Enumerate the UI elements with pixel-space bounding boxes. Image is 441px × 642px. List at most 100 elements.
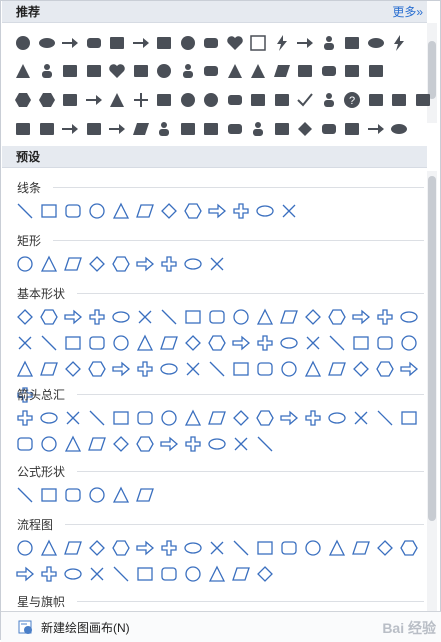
preset-shape-icon[interactable] <box>15 307 35 327</box>
arrow-right-icon[interactable] <box>84 90 104 110</box>
preset-shape-icon[interactable] <box>231 201 251 221</box>
preset-shape-icon[interactable] <box>207 307 227 327</box>
triangle-icon[interactable] <box>13 61 33 81</box>
preset-shape-icon[interactable] <box>15 485 35 505</box>
ellipse-icon[interactable] <box>366 33 386 53</box>
preset-shape-icon[interactable] <box>327 333 347 353</box>
trend-icon[interactable] <box>84 119 104 139</box>
preset-shape-icon[interactable] <box>303 333 323 353</box>
preset-shape-icon[interactable] <box>135 201 155 221</box>
preset-shape-icon[interactable] <box>63 359 83 379</box>
preset-shape-icon[interactable] <box>39 307 59 327</box>
preset-shape-icon[interactable] <box>279 408 299 428</box>
square-fill-icon[interactable] <box>178 119 198 139</box>
preset-shape-icon[interactable] <box>255 333 275 353</box>
person-icon[interactable] <box>178 61 198 81</box>
more-link[interactable]: 更多» <box>392 1 423 23</box>
preset-shape-icon[interactable] <box>183 564 203 584</box>
preset-shape-icon[interactable] <box>159 434 179 454</box>
arrow-long-icon[interactable] <box>366 119 386 139</box>
octagon-icon[interactable] <box>37 90 57 110</box>
preset-shape-icon[interactable] <box>135 307 155 327</box>
preset-shape-icon[interactable] <box>111 333 131 353</box>
preset-shape-icon[interactable] <box>207 359 227 379</box>
preset-shape-icon[interactable] <box>111 307 131 327</box>
preset-shape-icon[interactable] <box>15 564 35 584</box>
preset-shape-icon[interactable] <box>15 254 35 274</box>
preset-shape-icon[interactable] <box>15 538 35 558</box>
preset-shape-icon[interactable] <box>183 333 203 353</box>
preset-shape-icon[interactable] <box>279 333 299 353</box>
map-pin-icon[interactable] <box>342 33 362 53</box>
preset-shape-icon[interactable] <box>327 307 347 327</box>
preset-shape-icon[interactable] <box>399 538 419 558</box>
tag-arrow-icon[interactable] <box>60 33 80 53</box>
preset-shape-icon[interactable] <box>39 254 59 274</box>
parallelogram-icon[interactable] <box>272 61 292 81</box>
square-outline-icon[interactable] <box>248 33 268 53</box>
preset-shape-icon[interactable] <box>159 201 179 221</box>
rounded-rect-small-icon[interactable] <box>201 61 221 81</box>
preset-shape-icon[interactable] <box>87 333 107 353</box>
people-icon[interactable] <box>319 33 339 53</box>
rectangle-icon[interactable] <box>131 61 151 81</box>
preset-shape-icon[interactable] <box>351 359 371 379</box>
money-icon[interactable] <box>342 119 362 139</box>
preset-shape-icon[interactable] <box>63 254 83 274</box>
team-icon[interactable] <box>154 119 174 139</box>
preset-shape-icon[interactable] <box>63 408 83 428</box>
preset-shape-icon[interactable] <box>207 408 227 428</box>
preset-shape-icon[interactable] <box>135 434 155 454</box>
heart-icon[interactable] <box>225 33 245 53</box>
globe-icon[interactable] <box>60 61 80 81</box>
preset-shape-icon[interactable] <box>207 333 227 353</box>
preset-shape-icon[interactable] <box>39 434 59 454</box>
preset-shape-icon[interactable] <box>303 408 323 428</box>
preset-shape-icon[interactable] <box>159 538 179 558</box>
preset-shape-icon[interactable] <box>39 564 59 584</box>
preset-shape-icon[interactable] <box>207 434 227 454</box>
circle-fill-icon[interactable] <box>13 33 33 53</box>
lightning-icon[interactable] <box>272 33 292 53</box>
preset-shape-icon[interactable] <box>87 564 107 584</box>
preset-shape-icon[interactable] <box>279 201 299 221</box>
preset-shape-icon[interactable] <box>255 307 275 327</box>
preset-shape-icon[interactable] <box>15 201 35 221</box>
rounded-square-small-icon[interactable] <box>319 61 339 81</box>
preset-shape-icon[interactable] <box>399 408 419 428</box>
preset-shape-icon[interactable] <box>87 359 107 379</box>
square-fill-alt-icon[interactable] <box>201 119 221 139</box>
preset-shape-icon[interactable] <box>183 434 203 454</box>
preset-shape-icon[interactable] <box>231 564 251 584</box>
preset-shape-icon[interactable] <box>63 434 83 454</box>
preset-shape-icon[interactable] <box>159 254 179 274</box>
preset-shape-icon[interactable] <box>111 434 131 454</box>
diagonal-arrow-icon[interactable] <box>131 33 151 53</box>
sun-icon[interactable] <box>366 61 386 81</box>
preset-shape-icon[interactable] <box>87 538 107 558</box>
plus-icon[interactable] <box>131 90 151 110</box>
preset-shape-icon[interactable] <box>351 408 371 428</box>
rounded-rect-icon[interactable] <box>84 33 104 53</box>
phone-icon[interactable] <box>84 61 104 81</box>
preset-shape-icon[interactable] <box>63 538 83 558</box>
preset-shape-icon[interactable] <box>87 434 107 454</box>
preset-shape-icon[interactable] <box>279 538 299 558</box>
preset-shape-icon[interactable] <box>231 408 251 428</box>
preset-shape-icon[interactable] <box>39 485 59 505</box>
preset-shape-icon[interactable] <box>87 201 107 221</box>
preset-shape-icon[interactable] <box>15 408 35 428</box>
preset-shape-icon[interactable] <box>351 307 371 327</box>
heart-outline-icon[interactable] <box>107 61 127 81</box>
preset-shape-icon[interactable] <box>207 201 227 221</box>
preset-shape-icon[interactable] <box>255 538 275 558</box>
preset-shape-icon[interactable] <box>231 434 251 454</box>
donut-icon[interactable] <box>154 61 174 81</box>
preset-shape-icon[interactable] <box>183 538 203 558</box>
preset-shape-icon[interactable] <box>159 359 179 379</box>
preset-shape-icon[interactable] <box>111 538 131 558</box>
new-canvas-button[interactable]: 新建绘图画布(N) <box>41 619 130 636</box>
preset-shape-icon[interactable] <box>399 359 419 379</box>
preset-shape-icon[interactable] <box>327 538 347 558</box>
preset-shape-icon[interactable] <box>39 538 59 558</box>
